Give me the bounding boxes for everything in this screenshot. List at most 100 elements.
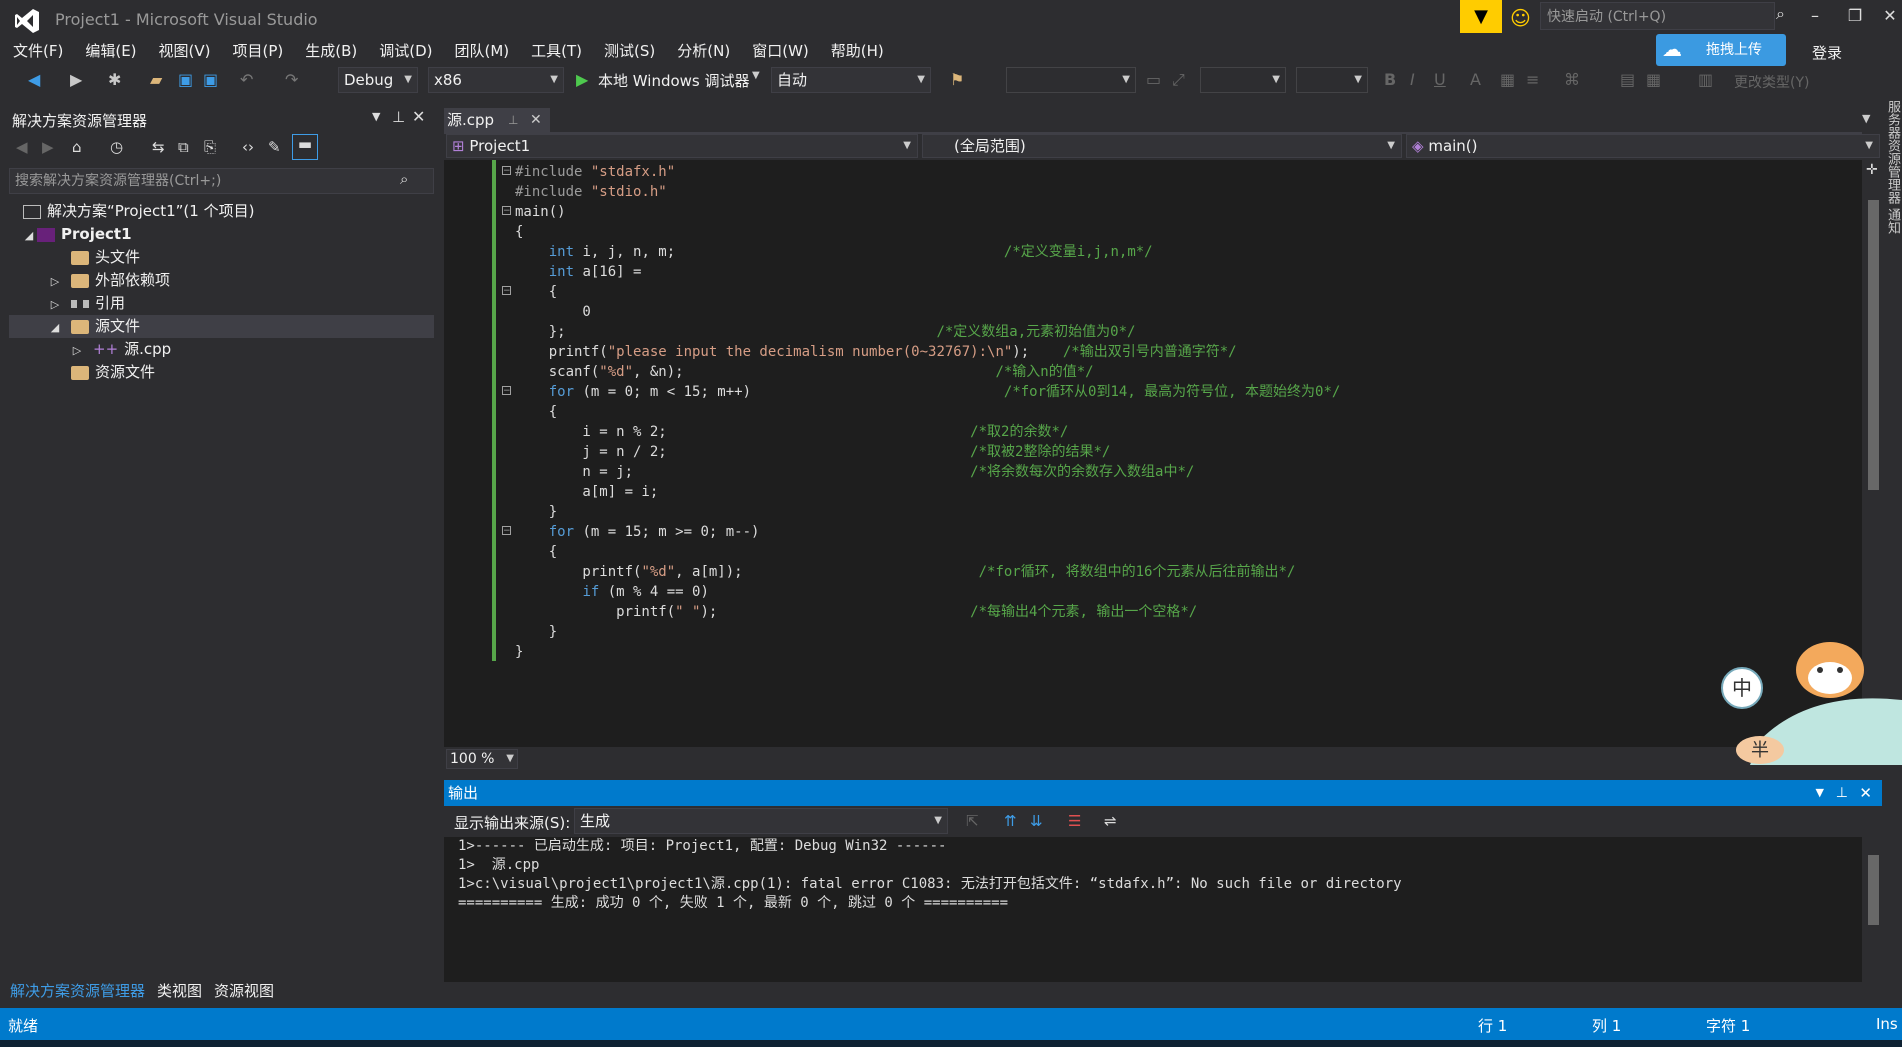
save-all-icon[interactable]: ▣ xyxy=(203,70,218,89)
tree-item-source-files[interactable]: ◢ 源文件 xyxy=(9,315,434,338)
back-icon[interactable]: ◀ xyxy=(28,70,40,89)
open-file-icon[interactable]: ▰ xyxy=(150,70,162,89)
previous-message-icon[interactable]: ⇈ xyxy=(1004,812,1017,830)
code-line[interactable]: printf("please input the decimalism numb… xyxy=(515,342,1340,362)
layout-icon[interactable]: ▭ xyxy=(1146,70,1161,89)
code-line[interactable]: { xyxy=(515,402,1340,422)
menu-help[interactable]: 帮助(H) xyxy=(831,40,884,61)
document-tab[interactable]: 源.cpp ⊥ ✕ xyxy=(444,108,550,132)
code-line[interactable]: for (m = 15; m >= 0; m--) xyxy=(515,522,1340,542)
close-window-button[interactable]: ✕ xyxy=(1870,6,1902,25)
tree-item-project[interactable]: ◢ Project1 xyxy=(9,223,434,246)
font-size-select[interactable]: ▼ xyxy=(1296,67,1368,93)
menu-tools[interactable]: 工具(T) xyxy=(531,40,582,61)
pin-icon[interactable]: ⊥ xyxy=(1836,780,1848,806)
code-line[interactable]: i = n % 2; /*取2的余数*/ xyxy=(515,422,1340,442)
collapse-all-icon[interactable]: ⧉ xyxy=(178,138,189,156)
code-line[interactable]: scanf("%d", &n); /*输入n的值*/ xyxy=(515,362,1340,382)
collapse-icon[interactable]: − xyxy=(502,286,511,296)
find-message-icon[interactable]: ⇱ xyxy=(966,812,979,830)
tree-item-solution[interactable]: 解决方案“Project1”(1 个项目) xyxy=(9,200,434,223)
pin-icon[interactable]: ⊥ xyxy=(392,108,405,126)
code-view-icon[interactable]: ‹› xyxy=(242,138,254,156)
tab-list-dropdown-icon[interactable]: ▼ xyxy=(1862,112,1870,125)
minimize-button[interactable]: – xyxy=(1795,6,1835,25)
preview-icon[interactable]: ▬ xyxy=(292,134,318,160)
tab-resource-view[interactable]: 资源视图 xyxy=(214,980,274,1001)
start-debugging-button[interactable]: 本地 Windows 调试器 xyxy=(598,70,750,91)
login-link[interactable]: 登录 xyxy=(1812,42,1842,63)
menu-build[interactable]: 生成(B) xyxy=(305,40,357,61)
collapse-icon[interactable]: − xyxy=(502,526,511,536)
forward-icon[interactable]: ▶ xyxy=(42,138,54,156)
code-line[interactable]: for (m = 0; m < 15; m++) /*for循环从0到14, 最… xyxy=(515,382,1341,402)
bold-button[interactable]: B xyxy=(1384,70,1396,89)
code-line[interactable]: #include "stdio.h" xyxy=(515,182,1340,202)
menu-test[interactable]: 测试(S) xyxy=(604,40,655,61)
pin-icon[interactable]: ⊥ xyxy=(508,108,518,132)
menu-view[interactable]: 视图(V) xyxy=(159,40,211,61)
feedback-smiley-icon[interactable]: ☺ xyxy=(1510,6,1531,30)
italic-button[interactable]: I xyxy=(1410,70,1415,89)
table-icon[interactable]: ▥ xyxy=(1698,70,1713,89)
word-wrap-icon[interactable]: ⇌ xyxy=(1104,812,1117,830)
platform-select[interactable]: x86 ▼ xyxy=(428,67,564,93)
grid-icon[interactable]: ▦ xyxy=(1646,70,1661,89)
code-line[interactable]: { xyxy=(515,282,1340,302)
member-nav-select[interactable]: ◈ main() ▼ xyxy=(1406,134,1880,158)
project-nav-select[interactable]: ⊞ Project1 ▼ xyxy=(446,134,918,158)
code-line[interactable]: printf("%d", a[m]); /*for循环, 将数组中的16个元素从… xyxy=(515,562,1340,582)
tree-item-external-dependencies[interactable]: ▷ 外部依赖项 xyxy=(9,269,434,292)
editor-scroll-thumb[interactable] xyxy=(1868,200,1879,490)
properties-icon[interactable]: ✎ xyxy=(268,138,281,156)
change-type-button[interactable]: 更改类型(Y) xyxy=(1734,72,1809,92)
home-icon[interactable]: ⌂ xyxy=(72,138,82,156)
tree-item-references[interactable]: ▷ 引用 xyxy=(9,292,434,315)
code-line[interactable]: { xyxy=(515,222,1340,242)
find-in-files-icon[interactable]: ⚑ xyxy=(950,70,964,89)
code-line[interactable]: } xyxy=(515,642,1340,662)
collapsed-arrow-icon[interactable]: ▷ xyxy=(47,293,63,316)
tab-solution-explorer[interactable]: 解决方案资源管理器 xyxy=(10,980,145,1001)
menu-analyze[interactable]: 分析(N) xyxy=(677,40,730,61)
search-icon[interactable]: ⌕ xyxy=(1776,4,1785,24)
resize-icon[interactable]: ⤢ xyxy=(1172,70,1185,90)
tree-item-header-files[interactable]: 头文件 xyxy=(9,246,434,269)
solution-explorer-search-input[interactable]: 搜索解决方案资源管理器(Ctrl+;) xyxy=(9,168,434,194)
border-icon[interactable]: ▦ xyxy=(1500,70,1515,89)
output-scroll-thumb[interactable] xyxy=(1868,855,1879,925)
output-source-select[interactable]: 生成 ▼ xyxy=(574,808,948,834)
chevron-down-icon[interactable]: ▼ xyxy=(752,70,760,81)
code-line[interactable]: printf(" "); /*每输出4个元素, 输出一个空格*/ xyxy=(515,602,1340,622)
back-icon[interactable]: ◀ xyxy=(16,138,28,156)
menu-team[interactable]: 团队(M) xyxy=(455,40,510,61)
code-line[interactable]: }; /*定义数组a,元素初始值为0*/ xyxy=(515,322,1340,342)
code-line[interactable]: a[m] = i; xyxy=(515,482,1340,502)
code-line[interactable]: int a[16] = xyxy=(515,262,1340,282)
code-text[interactable]: #include "stdafx.h" #include "stdio.h" mai… xyxy=(515,162,1340,662)
history-icon[interactable]: ◷ xyxy=(110,138,123,156)
tab-class-view[interactable]: 类视图 xyxy=(157,980,202,1001)
code-line[interactable]: n = j; /*将余数每次的余数存入数组a中*/ xyxy=(515,462,1340,482)
collapse-icon[interactable]: − xyxy=(502,386,511,396)
sync-icon[interactable]: ⇆ xyxy=(152,138,165,156)
next-message-icon[interactable]: ⇊ xyxy=(1030,812,1043,830)
dropdown-arrow-icon[interactable]: ▼ xyxy=(1816,780,1824,806)
code-line[interactable]: } xyxy=(515,502,1340,522)
clear-all-icon[interactable]: ☰ xyxy=(1068,812,1081,830)
code-line[interactable]: { xyxy=(515,542,1340,562)
close-tab-icon[interactable]: ✕ xyxy=(530,108,542,132)
code-line[interactable]: 0 xyxy=(515,302,1340,322)
dropdown-arrow-icon[interactable]: ▼ xyxy=(372,110,380,123)
close-icon[interactable]: ✕ xyxy=(412,107,425,126)
menu-debug[interactable]: 调试(D) xyxy=(379,40,432,61)
scope-nav-select[interactable]: (全局范围) ▼ xyxy=(922,134,1402,158)
collapse-icon[interactable]: − xyxy=(502,166,511,176)
expanded-arrow-icon[interactable]: ◢ xyxy=(47,316,63,339)
font-style-select[interactable]: ▼ xyxy=(1200,67,1286,93)
output-horizontal-scrollbar[interactable] xyxy=(444,982,1862,998)
tree-item-resource-files[interactable]: 资源文件 xyxy=(9,361,434,384)
font-name-select[interactable]: ▼ xyxy=(1006,67,1136,93)
code-line[interactable]: j = n / 2; /*取被2整除的结果*/ xyxy=(515,442,1340,462)
format-icon[interactable]: ⌘ xyxy=(1564,70,1580,89)
